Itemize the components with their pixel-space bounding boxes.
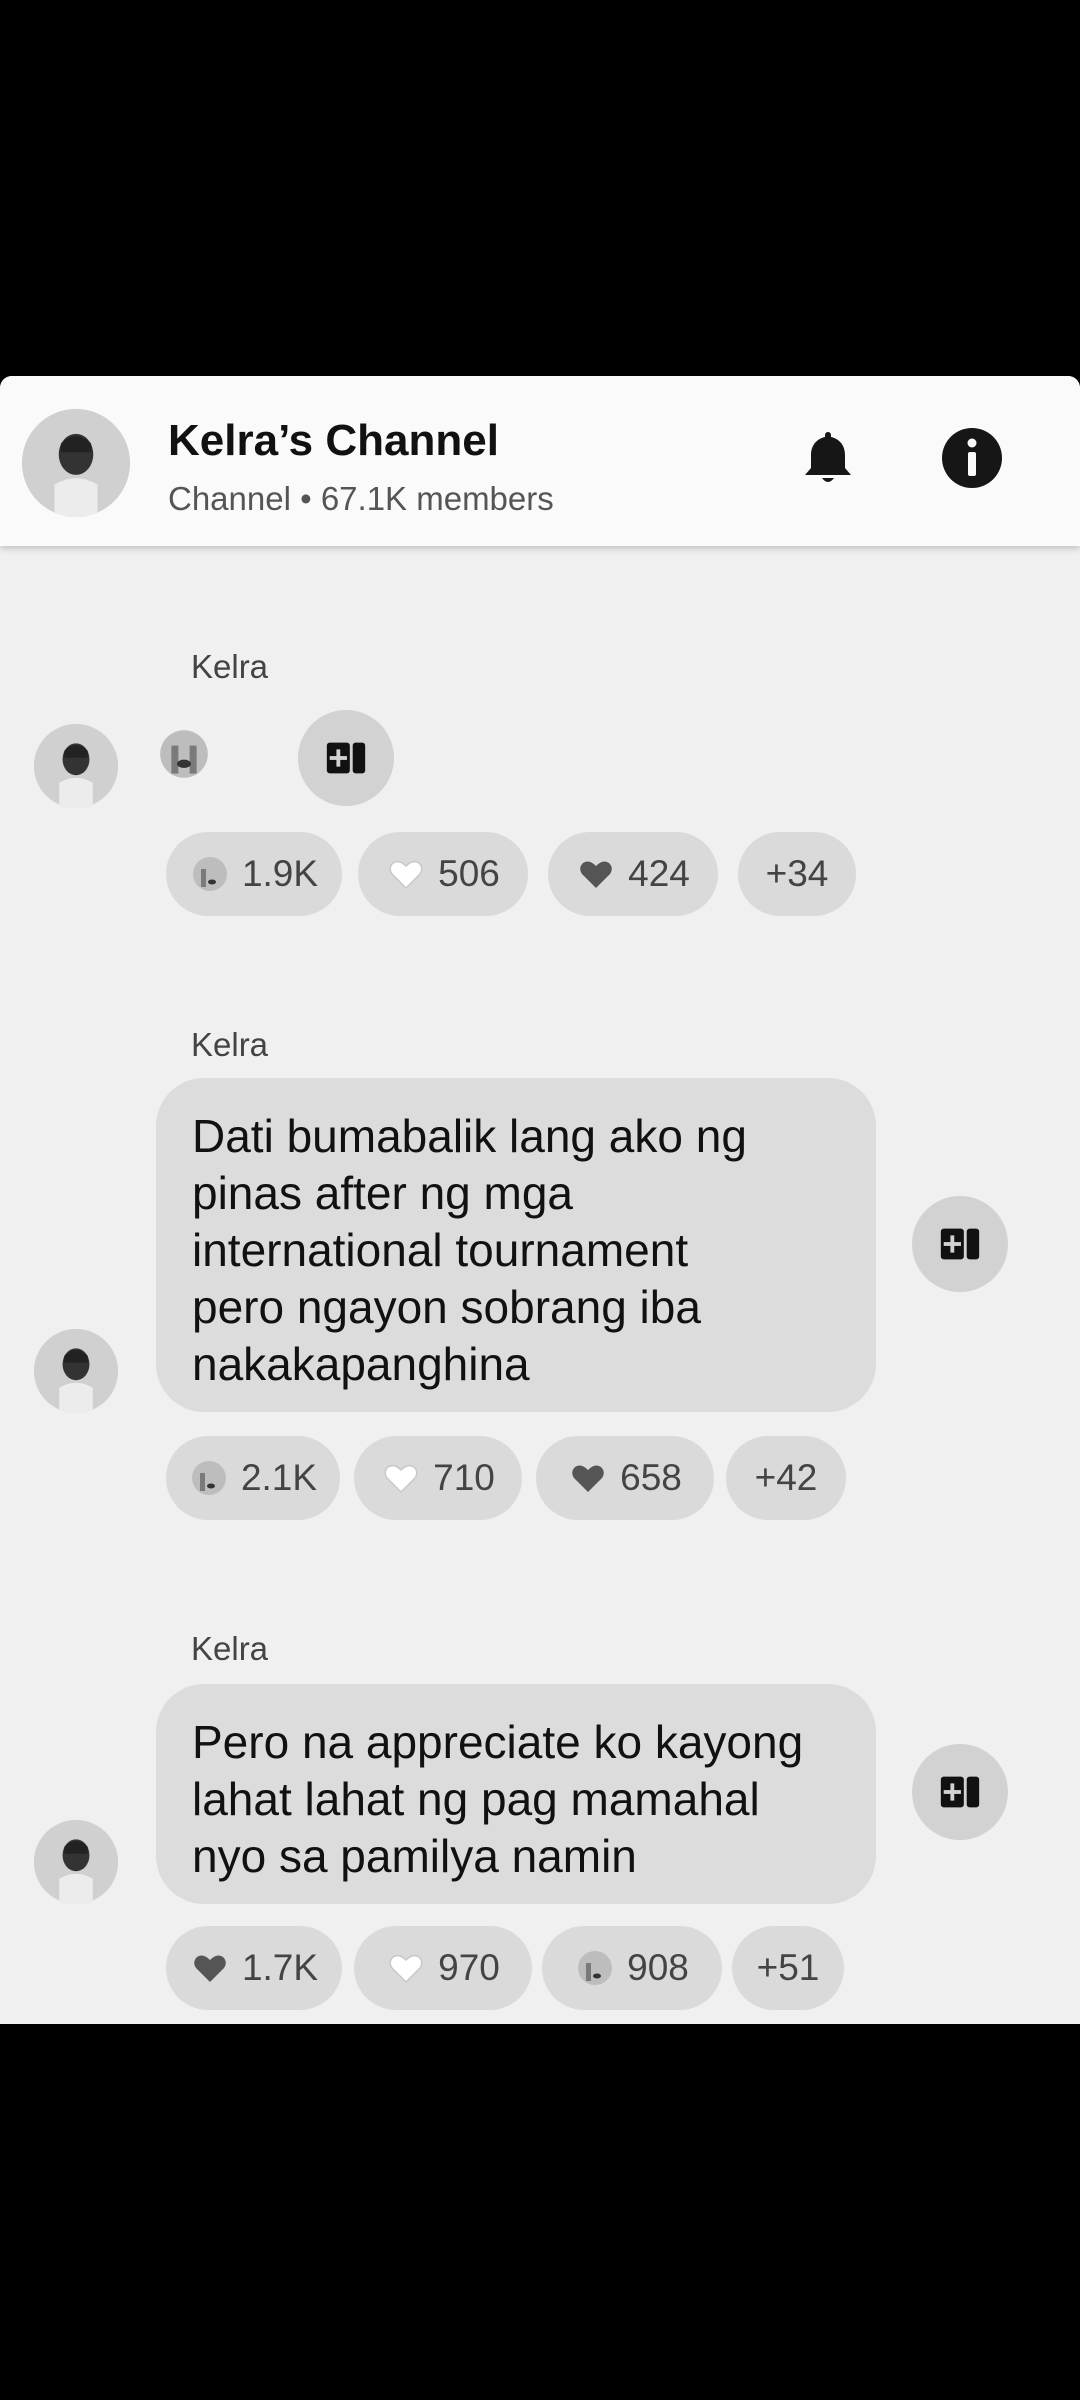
message-sender: Kelra xyxy=(191,1026,269,1063)
reaction-count: 710 xyxy=(433,1457,495,1498)
reaction-chip[interactable]: 506 xyxy=(358,832,528,916)
reaction-chip[interactable]: 970 xyxy=(354,1926,532,2010)
message-line: nyo sa pamilya namin xyxy=(192,1830,637,1882)
channel-header[interactable]: Kelra’s Channel Channel • 67.1K members xyxy=(0,376,1080,546)
channel-subtitle: Channel • 67.1K members xyxy=(168,480,554,517)
message-line: pinas after ng mga xyxy=(192,1167,574,1219)
forward-button[interactable] xyxy=(912,1744,1008,1840)
reaction-count: +51 xyxy=(756,1947,820,1988)
reaction-count: 2.1K xyxy=(240,1457,318,1498)
reaction-count: +34 xyxy=(765,853,829,894)
sender-avatar[interactable] xyxy=(34,1329,118,1413)
crying-face-icon xyxy=(191,1461,226,1495)
message-line: Dati bumabalik lang ako ng xyxy=(192,1110,747,1162)
more-reactions-chip[interactable]: +51 xyxy=(732,1926,844,2010)
sender-avatar[interactable] xyxy=(34,724,118,808)
reaction-chip[interactable]: 710 xyxy=(354,1436,522,1520)
white-heart-icon xyxy=(389,860,423,890)
crying-face-icon xyxy=(578,1951,613,1985)
dark-heart-icon xyxy=(572,1465,604,1492)
crying-face-emoji xyxy=(156,726,212,782)
white-heart-icon xyxy=(384,1464,418,1494)
forward-icon xyxy=(940,1228,980,1260)
sender-avatar[interactable] xyxy=(34,1820,118,1904)
message-line: lahat lahat ng pag mamahal xyxy=(192,1773,760,1825)
message-sender: Kelra xyxy=(191,648,269,685)
reaction-chip[interactable]: 908 xyxy=(542,1926,722,2010)
reaction-count: 424 xyxy=(628,853,690,894)
reaction-count: 908 xyxy=(627,1947,689,1988)
channel-title: Kelra’s Channel xyxy=(168,416,499,465)
reaction-count: 658 xyxy=(620,1457,682,1498)
message-line: Pero na appreciate ko kayong xyxy=(192,1716,804,1768)
dark-heart-icon xyxy=(194,1955,226,1982)
channel-avatar[interactable] xyxy=(22,409,130,517)
reaction-count: 1.9K xyxy=(241,853,319,894)
reaction-chip[interactable]: 658 xyxy=(536,1436,714,1520)
more-reactions-chip[interactable]: +34 xyxy=(738,832,856,916)
reaction-chip[interactable]: 2.1K xyxy=(166,1436,340,1520)
message-line: pero ngayon sobrang iba xyxy=(192,1281,701,1333)
forward-button[interactable] xyxy=(298,710,394,806)
message-line: international tournament xyxy=(192,1224,689,1276)
reaction-count: 1.7K xyxy=(241,1947,319,1988)
reaction-chip[interactable]: 1.7K xyxy=(166,1926,342,2010)
reaction-count: +42 xyxy=(754,1457,818,1498)
message-sender: Kelra xyxy=(191,1630,269,1667)
more-reactions-chip[interactable]: +42 xyxy=(726,1436,846,1520)
reaction-count: 970 xyxy=(438,1947,500,1988)
white-heart-icon xyxy=(389,1954,423,1984)
info-icon[interactable] xyxy=(940,426,1004,490)
forward-icon xyxy=(940,1776,980,1808)
forward-button[interactable] xyxy=(912,1196,1008,1292)
message-bubble[interactable]: Pero na appreciate ko kayong lahat lahat… xyxy=(156,1684,876,1904)
crying-face-icon xyxy=(192,857,227,891)
channel-screen: Kelra’s Channel Channel • 67.1K members … xyxy=(0,376,1080,2024)
dark-heart-icon xyxy=(580,861,612,888)
forward-icon xyxy=(326,742,366,774)
bell-icon[interactable] xyxy=(796,426,860,490)
reaction-count: 506 xyxy=(438,853,500,894)
message-bubble[interactable]: Dati bumabalik lang ako ng pinas after n… xyxy=(156,1078,876,1412)
message-line: nakakapanghina xyxy=(192,1338,530,1390)
reaction-chip[interactable]: 1.9K xyxy=(166,832,342,916)
reaction-chip[interactable]: 424 xyxy=(548,832,718,916)
